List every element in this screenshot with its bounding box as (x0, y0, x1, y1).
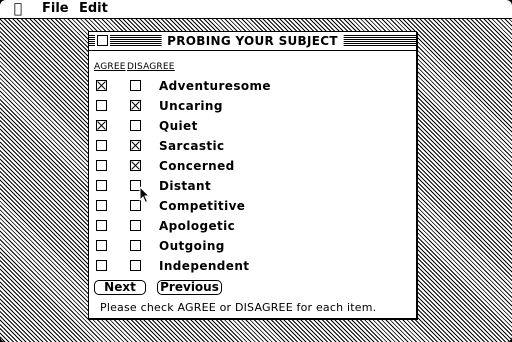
agree-checkbox[interactable] (96, 160, 107, 171)
next-button[interactable]: Next (94, 280, 146, 295)
arrow-cursor-icon (139, 186, 151, 204)
close-box[interactable] (95, 33, 110, 48)
disagree-checkbox[interactable] (130, 160, 141, 171)
disagree-checkbox[interactable] (130, 120, 141, 131)
agree-checkbox[interactable] (96, 100, 107, 111)
agree-checkbox[interactable] (96, 260, 107, 271)
disagree-checkbox[interactable] (130, 140, 141, 151)
item-label: Concerned (159, 159, 235, 173)
item-label: Adventuresome (159, 79, 271, 93)
item-label: Quiet (159, 119, 198, 133)
disagree-column-header: DISAGREE (127, 62, 175, 72)
disagree-checkbox[interactable] (130, 240, 141, 251)
item-label: Independent (159, 259, 250, 273)
agree-checkbox[interactable] (96, 200, 107, 211)
agree-checkbox[interactable] (96, 220, 107, 231)
window-title: PROBING YOUR SUBJECT (161, 33, 344, 49)
disagree-checkbox[interactable] (130, 260, 141, 271)
list-item: Apologetic (89, 216, 416, 236)
item-label: Uncaring (159, 99, 223, 113)
apple-icon[interactable]:  (10, 0, 26, 18)
menu-file[interactable]: File (42, 0, 69, 18)
instruction-text: Please check AGREE or DISAGREE for each … (100, 301, 377, 314)
agree-checkbox[interactable] (96, 240, 107, 251)
list-item: Outgoing (89, 236, 416, 256)
disagree-checkbox[interactable] (130, 100, 141, 111)
agree-checkbox[interactable] (96, 140, 107, 151)
menu-bar:  File Edit (0, 0, 512, 19)
list-item: Independent (89, 256, 416, 276)
item-label: Apologetic (159, 219, 236, 233)
list-item: Sarcastic (89, 136, 416, 156)
item-label: Outgoing (159, 239, 225, 253)
list-item: Uncaring (89, 96, 416, 116)
list-item: Adventuresome (89, 76, 416, 96)
item-label: Distant (159, 179, 212, 193)
item-label: Competitive (159, 199, 246, 213)
survey-window: PROBING YOUR SUBJECT AGREE DISAGREE Adve… (88, 31, 417, 319)
agree-column-header: AGREE (94, 62, 126, 72)
disagree-checkbox[interactable] (130, 220, 141, 231)
desktop:  File Edit PROBING YOUR SUBJECT AGREE D… (0, 0, 512, 342)
agree-checkbox[interactable] (96, 120, 107, 131)
disagree-checkbox[interactable] (130, 80, 141, 91)
item-label: Sarcastic (159, 139, 225, 153)
previous-button[interactable]: Previous (157, 280, 222, 295)
agree-checkbox[interactable] (96, 180, 107, 191)
menu-edit[interactable]: Edit (79, 0, 108, 18)
title-bar[interactable]: PROBING YOUR SUBJECT (89, 32, 416, 51)
agree-checkbox[interactable] (96, 80, 107, 91)
list-item: Quiet (89, 116, 416, 136)
list-item: Concerned (89, 156, 416, 176)
